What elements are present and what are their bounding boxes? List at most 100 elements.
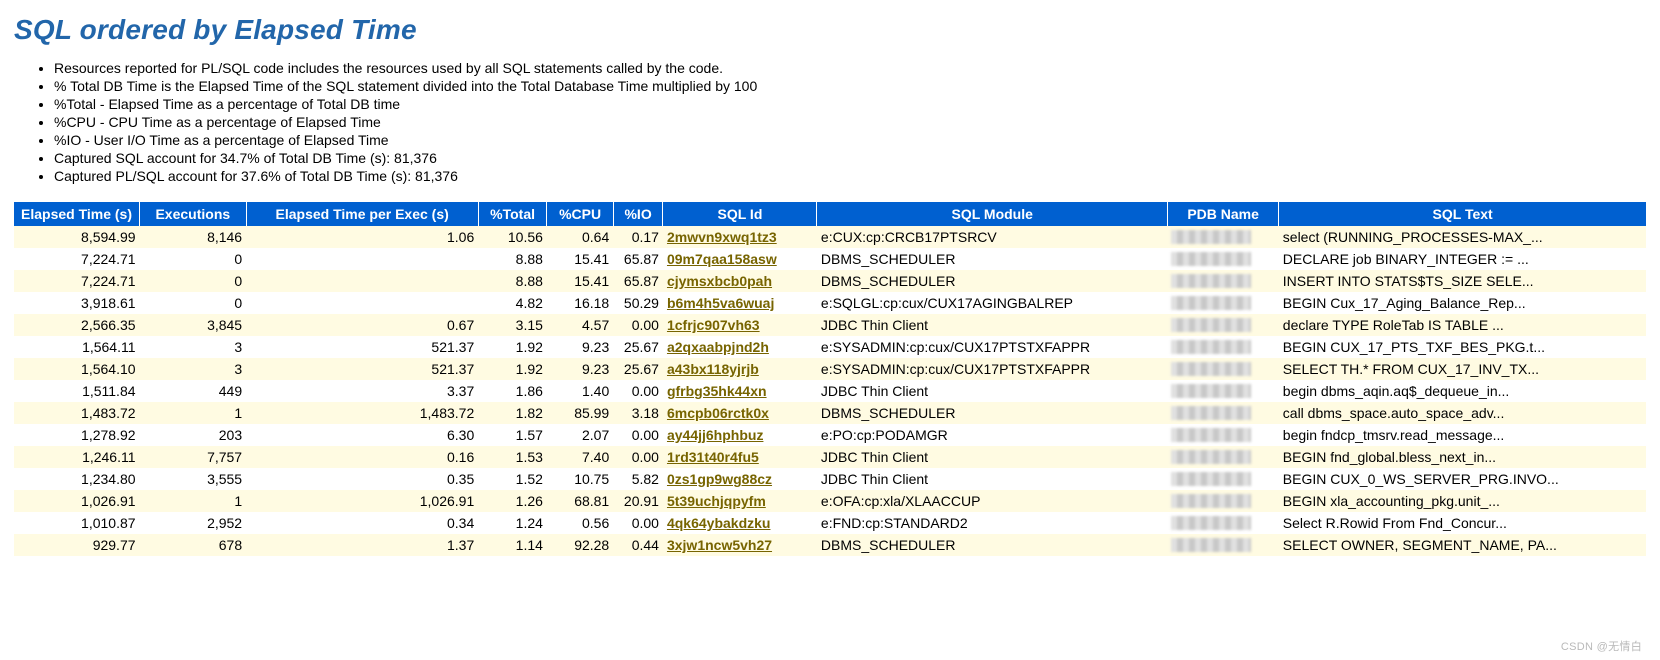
cell-ptotal: 1.82 bbox=[478, 402, 547, 424]
sqlid-link[interactable]: 5t39uchjqpyfm bbox=[667, 493, 766, 509]
cell-ptotal: 1.92 bbox=[478, 336, 547, 358]
cell-pio: 0.17 bbox=[613, 226, 663, 248]
cell-module: DBMS_SCHEDULER bbox=[817, 534, 1168, 556]
cell-ptotal: 1.52 bbox=[478, 468, 547, 490]
sqlid-link[interactable]: cjymsxbcb0pah bbox=[667, 273, 772, 289]
cell-pcpu: 68.81 bbox=[547, 490, 613, 512]
cell-exec: 1 bbox=[140, 490, 247, 512]
sqlid-link[interactable]: b6m4h5va6wuaj bbox=[667, 295, 774, 311]
redacted-blur bbox=[1171, 318, 1251, 332]
cell-pdb bbox=[1167, 380, 1278, 402]
sqlid-link[interactable]: 09m7qaa158asw bbox=[667, 251, 777, 267]
cell-pio: 0.00 bbox=[613, 314, 663, 336]
cell-pio: 0.00 bbox=[613, 424, 663, 446]
cell-pcpu: 0.56 bbox=[547, 512, 613, 534]
cell-pcpu: 16.18 bbox=[547, 292, 613, 314]
note-item: Captured PL/SQL account for 37.6% of Tot… bbox=[54, 168, 1646, 184]
cell-pdb bbox=[1167, 534, 1278, 556]
cell-elapsed: 1,026.91 bbox=[14, 490, 140, 512]
note-item: %IO - User I/O Time as a percentage of E… bbox=[54, 132, 1646, 148]
table-row: 7,224.7108.8815.4165.8709m7qaa158aswDBMS… bbox=[14, 248, 1646, 270]
cell-ptotal: 3.15 bbox=[478, 314, 547, 336]
cell-text: begin fndcp_tmsrv.read_message... bbox=[1279, 424, 1646, 446]
cell-perexec bbox=[246, 292, 478, 314]
table-row: 1,010.872,9520.341.240.560.004qk64ybakdz… bbox=[14, 512, 1646, 534]
cell-ptotal: 1.24 bbox=[478, 512, 547, 534]
cell-module: e:OFA:cp:xla/XLAACCUP bbox=[817, 490, 1168, 512]
table-row: 8,594.998,1461.0610.560.640.172mwvn9xwq1… bbox=[14, 226, 1646, 248]
cell-elapsed: 7,224.71 bbox=[14, 270, 140, 292]
cell-perexec: 3.37 bbox=[246, 380, 478, 402]
cell-pio: 0.00 bbox=[613, 512, 663, 534]
cell-sqlid: 0zs1gp9wg88cz bbox=[663, 468, 817, 490]
table-row: 1,278.922036.301.572.070.00ay44jj6hphbuz… bbox=[14, 424, 1646, 446]
cell-module: JDBC Thin Client bbox=[817, 380, 1168, 402]
cell-elapsed: 1,564.10 bbox=[14, 358, 140, 380]
cell-sqlid: b6m4h5va6wuaj bbox=[663, 292, 817, 314]
cell-module: e:PO:cp:PODAMGR bbox=[817, 424, 1168, 446]
cell-sqlid: cjymsxbcb0pah bbox=[663, 270, 817, 292]
redacted-blur bbox=[1171, 516, 1251, 530]
sqlid-link[interactable]: 4qk64ybakdzku bbox=[667, 515, 771, 531]
note-item: Captured SQL account for 34.7% of Total … bbox=[54, 150, 1646, 166]
cell-elapsed: 1,564.11 bbox=[14, 336, 140, 358]
cell-elapsed: 1,511.84 bbox=[14, 380, 140, 402]
cell-sqlid: 1cfrjc907vh63 bbox=[663, 314, 817, 336]
sqlid-link[interactable]: ay44jj6hphbuz bbox=[667, 427, 763, 443]
cell-exec: 3,555 bbox=[140, 468, 247, 490]
cell-exec: 7,757 bbox=[140, 446, 247, 468]
table-row: 1,483.7211,483.721.8285.993.186mcpb06rct… bbox=[14, 402, 1646, 424]
cell-text: call dbms_space.auto_space_adv... bbox=[1279, 402, 1646, 424]
cell-perexec: 6.30 bbox=[246, 424, 478, 446]
cell-elapsed: 1,483.72 bbox=[14, 402, 140, 424]
cell-exec: 3 bbox=[140, 336, 247, 358]
cell-module: JDBC Thin Client bbox=[817, 446, 1168, 468]
cell-exec: 678 bbox=[140, 534, 247, 556]
cell-pcpu: 9.23 bbox=[547, 358, 613, 380]
cell-exec: 0 bbox=[140, 292, 247, 314]
sqlid-link[interactable]: 1cfrjc907vh63 bbox=[667, 317, 760, 333]
cell-exec: 203 bbox=[140, 424, 247, 446]
cell-elapsed: 7,224.71 bbox=[14, 248, 140, 270]
cell-elapsed: 2,566.35 bbox=[14, 314, 140, 336]
redacted-blur bbox=[1171, 450, 1251, 464]
col-header: %CPU bbox=[547, 202, 613, 226]
sqlid-link[interactable]: a2qxaabpjnd2h bbox=[667, 339, 769, 355]
cell-pdb bbox=[1167, 468, 1278, 490]
cell-exec: 449 bbox=[140, 380, 247, 402]
cell-pdb bbox=[1167, 226, 1278, 248]
table-row: 7,224.7108.8815.4165.87cjymsxbcb0pahDBMS… bbox=[14, 270, 1646, 292]
cell-pcpu: 2.07 bbox=[547, 424, 613, 446]
cell-pdb bbox=[1167, 512, 1278, 534]
watermark: CSDN @无情白 bbox=[1561, 638, 1642, 654]
note-item: % Total DB Time is the Elapsed Time of t… bbox=[54, 78, 1646, 94]
cell-pcpu: 9.23 bbox=[547, 336, 613, 358]
cell-perexec bbox=[246, 270, 478, 292]
sqlid-link[interactable]: 2mwvn9xwq1tz3 bbox=[667, 229, 777, 245]
col-header: %IO bbox=[613, 202, 663, 226]
col-header: Executions bbox=[140, 202, 247, 226]
sqlid-link[interactable]: 3xjw1ncw5vh27 bbox=[667, 537, 772, 553]
sqlid-link[interactable]: a43bx118yjrjb bbox=[667, 361, 759, 377]
cell-pcpu: 4.57 bbox=[547, 314, 613, 336]
cell-module: e:SYSADMIN:cp:cux/CUX17PTSTXFAPPR bbox=[817, 336, 1168, 358]
cell-pdb bbox=[1167, 292, 1278, 314]
redacted-blur bbox=[1171, 230, 1251, 244]
cell-perexec: 1,026.91 bbox=[246, 490, 478, 512]
cell-pcpu: 10.75 bbox=[547, 468, 613, 490]
col-header: PDB Name bbox=[1167, 202, 1278, 226]
sqlid-link[interactable]: gfrbg35hk44xn bbox=[667, 383, 767, 399]
sqlid-link[interactable]: 6mcpb06rctk0x bbox=[667, 405, 769, 421]
sqlid-link[interactable]: 0zs1gp9wg88cz bbox=[667, 471, 772, 487]
cell-pdb bbox=[1167, 490, 1278, 512]
cell-pdb bbox=[1167, 248, 1278, 270]
redacted-blur bbox=[1171, 472, 1251, 486]
cell-perexec bbox=[246, 248, 478, 270]
sqlid-link[interactable]: 1rd31t40r4fu5 bbox=[667, 449, 759, 465]
cell-sqlid: 2mwvn9xwq1tz3 bbox=[663, 226, 817, 248]
cell-module: DBMS_SCHEDULER bbox=[817, 270, 1168, 292]
cell-perexec: 521.37 bbox=[246, 336, 478, 358]
table-row: 1,564.103521.371.929.2325.67a43bx118yjrj… bbox=[14, 358, 1646, 380]
redacted-blur bbox=[1171, 340, 1251, 354]
redacted-blur bbox=[1171, 362, 1251, 376]
